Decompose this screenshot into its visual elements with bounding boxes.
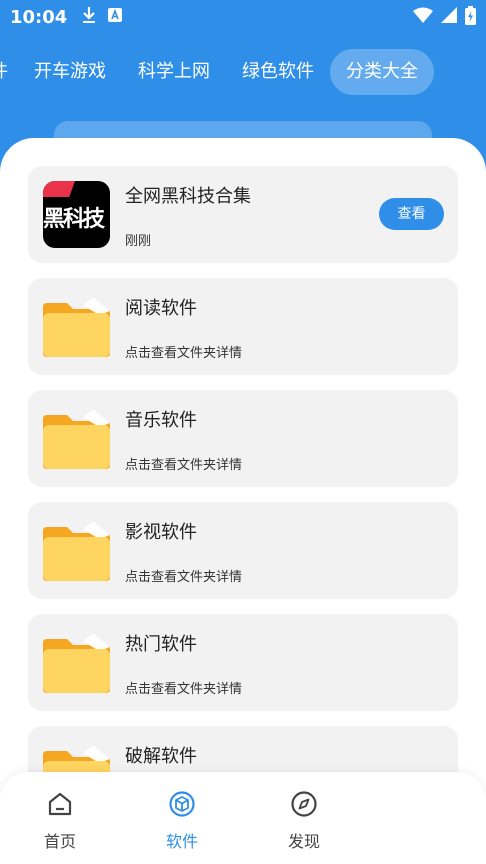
category-tabs: 件 开车游戏 科学上网 绿色软件 分类大全: [0, 46, 486, 98]
list-item-folder[interactable]: 阅读软件 点击查看文件夹详情: [28, 278, 458, 375]
download-icon: [81, 6, 97, 28]
nav-discover-label: 发现: [287, 832, 320, 851]
tab-all-categories[interactable]: 分类大全: [330, 49, 434, 95]
item-title: 破解软件: [125, 746, 197, 767]
item-title: 阅读软件: [125, 298, 197, 319]
featured-thumbnail: 黑科技: [43, 181, 110, 248]
signal-icon: [441, 7, 457, 27]
item-subtitle: 点击查看文件夹详情: [125, 346, 243, 361]
list-item-folder[interactable]: 热门软件 点击查看文件夹详情: [28, 614, 458, 711]
notification-a-icon: [107, 7, 123, 27]
item-subtitle: 点击查看文件夹详情: [125, 682, 243, 697]
nav-discover[interactable]: 发现: [264, 790, 344, 852]
view-button[interactable]: 查看: [379, 198, 444, 230]
item-title: 全网黑科技合集: [125, 186, 251, 207]
compass-icon: [290, 790, 318, 818]
thumbnail-text: 黑科技: [43, 207, 105, 232]
folder-icon: [43, 517, 110, 584]
list-item-featured[interactable]: 黑科技 全网黑科技合集 刚刚 查看: [28, 166, 458, 263]
home-icon: [46, 790, 74, 818]
nav-software-label: 软件: [165, 832, 198, 851]
status-bar: 10:04: [0, 0, 486, 34]
wifi-icon: [413, 7, 433, 27]
tab-green-software[interactable]: 绿色软件: [226, 49, 330, 95]
nav-home-label: 首页: [43, 832, 76, 851]
item-subtitle: 点击查看文件夹详情: [125, 458, 243, 473]
battery-charging-icon: [465, 5, 476, 29]
folder-icon: [43, 293, 110, 360]
cube-icon: [168, 790, 196, 818]
ribbon-badge: [43, 181, 75, 197]
folder-icon: [43, 629, 110, 696]
item-title: 影视软件: [125, 522, 197, 543]
list-item-folder[interactable]: 音乐软件 点击查看文件夹详情: [28, 390, 458, 487]
bottom-nav: 首页 软件 发现: [0, 772, 486, 864]
tab-science-vpn[interactable]: 科学上网: [122, 49, 226, 95]
tab-driving-games[interactable]: 开车游戏: [18, 49, 122, 95]
item-title: 音乐软件: [125, 410, 197, 431]
folder-icon: [43, 405, 110, 472]
tab-partial[interactable]: 件: [0, 49, 18, 95]
item-title: 热门软件: [125, 634, 197, 655]
software-list: 黑科技 全网黑科技合集 刚刚 查看 阅读软件 点击查看文件夹详情 音乐软件 点击…: [28, 166, 458, 838]
list-item-folder[interactable]: 影视软件 点击查看文件夹详情: [28, 502, 458, 599]
status-time: 10:04: [10, 6, 68, 28]
item-timestamp: 刚刚: [125, 234, 152, 249]
nav-home[interactable]: 首页: [20, 790, 100, 852]
item-subtitle: 点击查看文件夹详情: [125, 570, 243, 585]
nav-software[interactable]: 软件: [142, 790, 222, 852]
